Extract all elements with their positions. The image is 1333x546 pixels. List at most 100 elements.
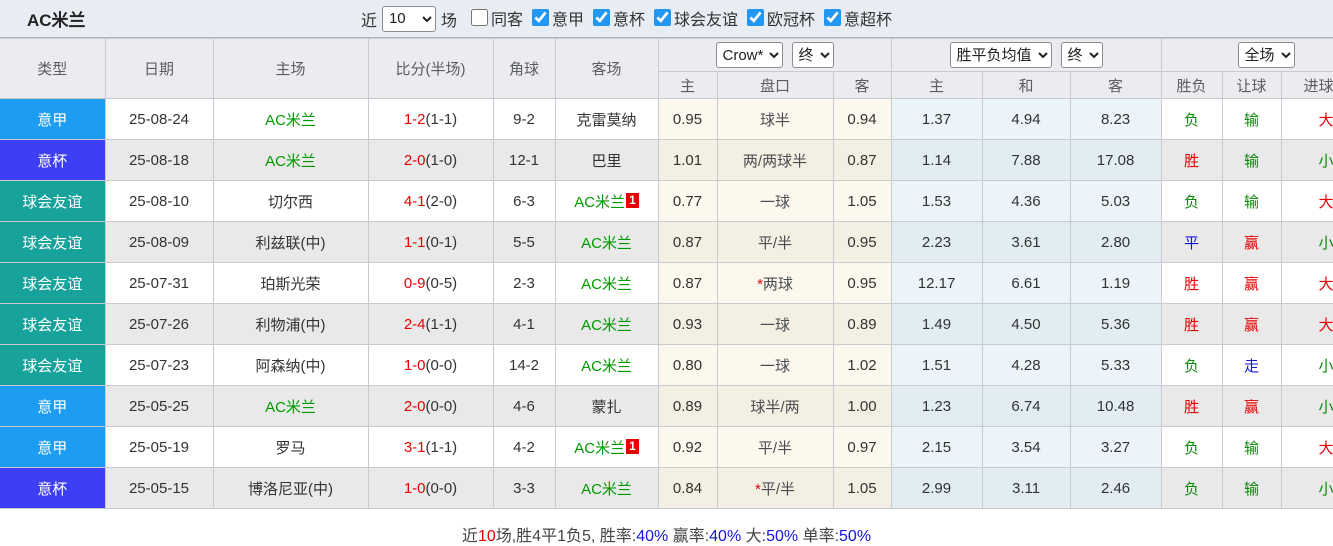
draw-odds: 3.54 [981, 426, 1071, 468]
handicap-home-odds: 0.80 [657, 344, 718, 386]
filter-checkbox-label: 球会友谊 [674, 11, 739, 29]
summary-segment: 大: [741, 528, 767, 545]
handicap-home-odds: 0.95 [657, 98, 718, 140]
match-score: 0-9(0-5) [367, 262, 494, 304]
handicap-outcome: 赢 [1221, 303, 1282, 345]
match-score: 1-2(1-1) [367, 98, 494, 140]
match-score: 1-0(0-0) [367, 344, 494, 386]
filter-checkbox[interactable] [531, 9, 549, 27]
handicap-home-odds: 0.89 [657, 385, 718, 427]
filter-checkbox[interactable] [470, 9, 488, 27]
col-header-date: 日期 [104, 38, 214, 99]
draw-odds: 4.28 [981, 344, 1071, 386]
goals-outcome: 小 [1280, 385, 1333, 427]
filter-checkbox[interactable] [824, 9, 842, 27]
match-row: 球会友谊 25-07-23 阿森纳(中) 1-0(0-0) 14-2 AC米兰 0.80 一球… [0, 344, 1333, 386]
filter-checkbox[interactable] [654, 9, 672, 27]
away-win-odds: 1.19 [1069, 262, 1162, 304]
match-count-select[interactable]: 10 [381, 5, 436, 32]
league-badge: 球会友谊 [0, 221, 106, 263]
corner-score: 12-1 [492, 139, 556, 181]
summary-line: 近10场,胜4平1负5, 胜率:40% 赢率:40% 大:50% 单率:50% [0, 509, 1333, 546]
corner-score: 4-1 [492, 303, 556, 345]
home-win-odds: 1.37 [890, 98, 983, 140]
subcol-handicap-home: 主 [658, 71, 718, 99]
summary-segment: 40% [636, 528, 669, 545]
bookmaker-select[interactable]: Crow* [715, 42, 783, 68]
handicap-away-odds: 1.05 [832, 180, 892, 222]
home-team: 珀斯光荣 [212, 262, 369, 304]
handicap-away-odds: 0.94 [832, 98, 892, 140]
corner-score: 4-6 [492, 385, 556, 427]
matches-table-wrap: 类型 日期 主场 比分(半场) 角球 客场 Crow* 终 胜平负均值 终 全场… [0, 37, 1333, 509]
goals-outcome: 小 [1280, 467, 1333, 509]
match-date: 25-07-31 [104, 262, 214, 304]
match-row: 球会友谊 25-08-10 切尔西 4-1(2-0) 6-3 AC米兰 1 0.77 一球 1.0… [0, 180, 1333, 222]
goals-outcome: 小 [1280, 139, 1333, 181]
card-note-badge: 1 [626, 192, 639, 208]
corner-score: 14-2 [492, 344, 556, 386]
filter-checkbox-item[interactable]: 同客 [470, 6, 523, 30]
handicap-away-odds: 1.05 [832, 467, 892, 509]
match-date: 25-08-09 [104, 221, 214, 263]
subcol-odds-draw: 和 [981, 71, 1071, 99]
match-row: 意甲 25-05-25 AC米兰 2-0(0-0) 4-6 蒙扎 0.89 球半/两 1.00 1… [0, 385, 1333, 427]
match-row: 球会友谊 25-07-31 珀斯光荣 0-9(0-5) 2-3 AC米兰 0.87 *两球 0.… [0, 262, 1333, 304]
subcol-goals-result: 进球数 [1280, 71, 1333, 99]
card-note-badge: 1 [626, 438, 639, 454]
home-win-odds: 2.15 [890, 426, 983, 468]
avg-odds-select[interactable]: 胜平负均值 [949, 42, 1052, 68]
match-row: 意杯 25-05-15 博洛尼亚(中) 1-0(0-0) 3-3 AC米兰 0.84 *平/半… [0, 467, 1333, 509]
result-outcome: 胜 [1160, 303, 1223, 345]
draw-odds: 4.94 [981, 98, 1071, 140]
filter-checkbox-item[interactable]: 球会友谊 [654, 6, 738, 30]
filter-checkbox-item[interactable]: 意杯 [593, 6, 645, 30]
bookmaker-time-select[interactable]: 终 [791, 42, 834, 68]
filter-checkbox-label: 欧冠杯 [767, 11, 816, 29]
match-history-panel: AC米兰 近 10 场 同客 意甲 意杯 球会友谊 欧冠杯 意超杯 类型 日期 主场 比 [0, 0, 1333, 546]
filter-checkbox-item[interactable]: 欧冠杯 [747, 6, 815, 30]
match-score: 2-4(1-1) [367, 303, 494, 345]
league-badge: 球会友谊 [0, 180, 106, 222]
handicap-home-odds: 0.93 [657, 303, 718, 345]
handicap-group-header: Crow* 终 [657, 38, 892, 72]
home-team: AC米兰 [212, 98, 369, 140]
col-header-home: 主场 [212, 38, 369, 99]
match-date: 25-08-24 [104, 98, 214, 140]
subcol-handicap-line: 盘口 [716, 71, 834, 99]
avg-time-select[interactable]: 终 [1060, 42, 1103, 68]
away-win-odds: 3.27 [1069, 426, 1162, 468]
handicap-away-odds: 0.97 [832, 426, 892, 468]
away-team: AC米兰 1 [554, 426, 659, 468]
corner-score: 2-3 [492, 262, 556, 304]
handicap-outcome: 输 [1221, 426, 1282, 468]
handicap-away-odds: 1.02 [832, 344, 892, 386]
result-outcome: 负 [1160, 180, 1223, 222]
handicap-outcome: 输 [1221, 98, 1282, 140]
league-badge: 意甲 [0, 98, 106, 140]
filter-checkbox-item[interactable]: 意甲 [531, 6, 584, 30]
handicap-home-odds: 0.87 [657, 262, 718, 304]
handicap-line: 两/两球半 [716, 139, 834, 181]
filter-checkbox[interactable] [747, 9, 765, 27]
handicap-line: 一球 [716, 180, 834, 222]
col-header-away: 客场 [554, 38, 659, 99]
handicap-line: 平/半 [716, 221, 834, 263]
match-date: 25-07-23 [104, 344, 214, 386]
scope-select[interactable]: 全场 [1237, 42, 1295, 68]
result-outcome: 胜 [1160, 385, 1223, 427]
corner-score: 6-3 [492, 180, 556, 222]
league-badge: 意甲 [0, 426, 106, 468]
handicap-away-odds: 0.89 [832, 303, 892, 345]
result-outcome: 负 [1160, 467, 1223, 509]
corner-score: 3-3 [492, 467, 556, 509]
home-win-odds: 1.49 [890, 303, 983, 345]
filter-checkbox-item[interactable]: 意超杯 [824, 6, 892, 30]
team-title: AC米兰 [27, 11, 86, 30]
home-win-odds: 1.23 [890, 385, 983, 427]
subcol-handicap-away: 客 [832, 71, 892, 99]
league-badge: 意杯 [0, 467, 106, 509]
filter-checkbox-label: 意甲 [551, 11, 584, 29]
away-team: AC米兰 [554, 303, 659, 345]
filter-checkbox[interactable] [593, 9, 610, 27]
